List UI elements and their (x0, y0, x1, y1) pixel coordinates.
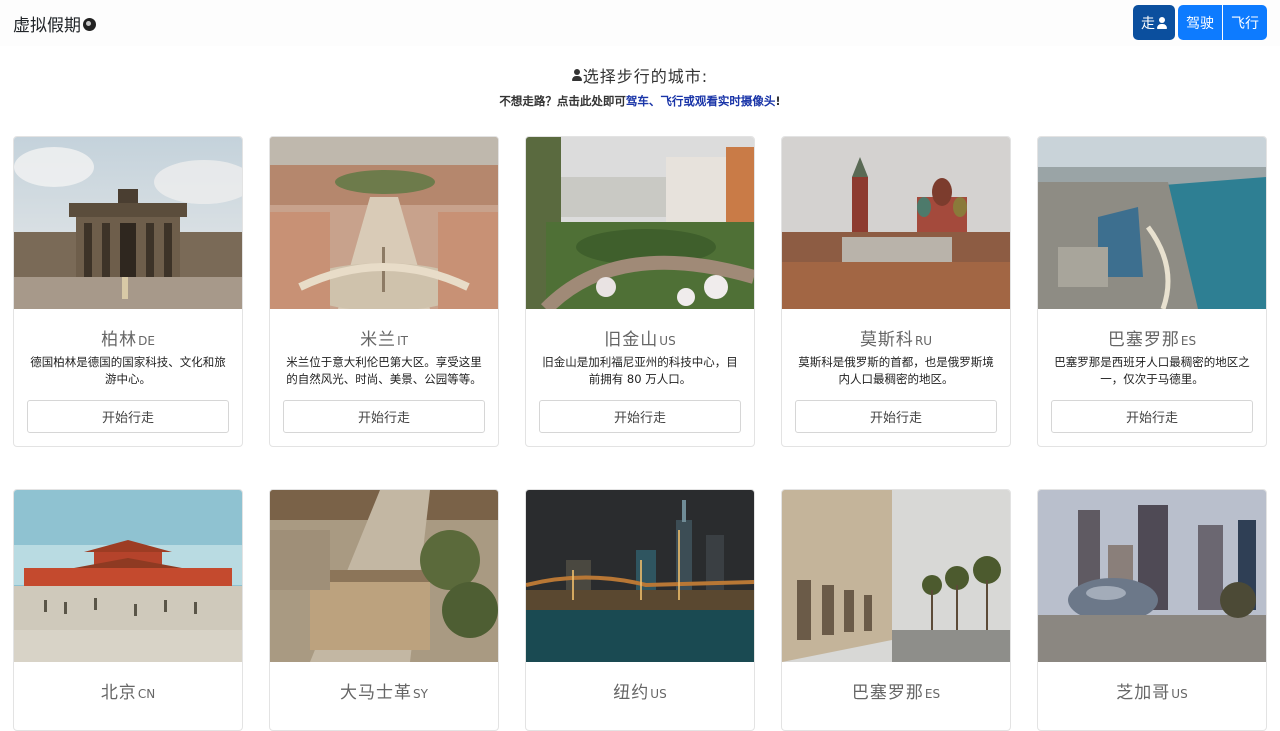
city-photo[interactable] (526, 137, 754, 309)
city-photo[interactable] (1038, 137, 1266, 309)
city-card-barcelona: 巴塞罗那ES 巴塞罗那是西班牙人口最稠密的地区之一，仅次于马德里。 开始行走 (1037, 136, 1267, 447)
drive-mode-button[interactable]: 驾驶 (1178, 5, 1222, 40)
start-walking-button[interactable]: 开始行走 (1051, 400, 1253, 433)
country-code: US (1171, 687, 1188, 701)
city-photo[interactable] (270, 490, 498, 662)
country-code: ES (1180, 334, 1197, 348)
fly-mode-button[interactable]: 飞行 (1223, 5, 1267, 40)
city-card-san-francisco: 旧金山US 旧金山是加利福尼亚州的科技中心，目前拥有 80 万人口。 开始行走 (525, 136, 755, 447)
city-name: 柏林 (101, 330, 138, 350)
city-title: 巴塞罗那ES (782, 678, 1010, 703)
city-title: 大马士革SY (270, 678, 498, 703)
brand[interactable]: 虚拟假期 (13, 11, 96, 36)
prompt-prefix: 不想走路？点击此处即可 (499, 94, 626, 108)
city-card-berlin: 柏林DE 德国柏林是德国的国家科技、文化和旅游中心。 开始行走 (13, 136, 243, 447)
start-walking-button[interactable]: 开始行走 (27, 400, 229, 433)
city-name: 莫斯科 (859, 330, 914, 350)
page-heading: 选择步行的城市: (0, 63, 1280, 87)
city-title: 巴塞罗那ES (1038, 325, 1266, 350)
walk-mode-label: 走 (1141, 15, 1155, 32)
city-title: 柏林DE (14, 325, 242, 350)
separator: 、 (648, 94, 661, 108)
city-card-new-york: 纽约US (525, 489, 755, 731)
city-name: 纽约 (613, 683, 650, 703)
globe-icon (83, 17, 96, 31)
city-description: 德国柏林是德国的国家科技、文化和旅游中心。 (30, 355, 226, 386)
brand-title: 虚拟假期 (13, 16, 81, 36)
city-name: 巴塞罗那 (1107, 330, 1180, 350)
country-code: IT (397, 334, 408, 348)
person-icon (571, 69, 582, 81)
city-photo[interactable] (782, 137, 1010, 309)
city-card-damascus: 大马士革SY (269, 489, 499, 731)
walk-mode-button[interactable]: 走 (1133, 5, 1175, 40)
fly-link[interactable]: 飞行 (660, 94, 683, 108)
person-icon (1157, 16, 1167, 29)
city-name: 米兰 (360, 330, 397, 350)
start-walking-button[interactable]: 开始行走 (283, 400, 485, 433)
page-heading-text: 选择步行的城市: (582, 67, 709, 86)
city-photo[interactable] (14, 490, 242, 662)
or-text: 或 (683, 94, 695, 108)
city-name: 大马士革 (340, 683, 413, 703)
city-photo[interactable] (782, 490, 1010, 662)
city-description: 莫斯科是俄罗斯的首都，也是俄罗斯境内人口最稠密的地区。 (798, 355, 994, 386)
city-description: 巴塞罗那是西班牙人口最稠密的地区之一，仅次于马德里。 (1054, 355, 1250, 386)
city-photo[interactable] (270, 137, 498, 309)
country-code: CN (137, 687, 156, 701)
city-card-beijing: 北京CN (13, 489, 243, 731)
city-photo[interactable] (526, 490, 754, 662)
alt-mode-prompt: 不想走路？点击此处即可驾车、飞行或观看实时摄像头! (0, 93, 1280, 109)
city-card-moscow: 莫斯科RU 莫斯科是俄罗斯的首都，也是俄罗斯境内人口最稠密的地区。 开始行走 (781, 136, 1011, 447)
city-card-chicago: 芝加哥US (1037, 489, 1267, 731)
webcams-link[interactable]: 观看实时摄像头 (695, 94, 776, 108)
city-title: 纽约US (526, 678, 754, 703)
start-walking-button[interactable]: 开始行走 (795, 400, 997, 433)
country-code: US (650, 687, 667, 701)
city-name: 巴塞罗那 (851, 683, 924, 703)
city-title: 旧金山US (526, 325, 754, 350)
country-code: US (659, 334, 676, 348)
city-description: 旧金山是加利福尼亚州的科技中心，目前拥有 80 万人口。 (542, 355, 738, 386)
city-name: 芝加哥 (1116, 683, 1171, 703)
start-walking-button[interactable]: 开始行走 (539, 400, 741, 433)
city-title: 莫斯科RU (782, 325, 1010, 350)
travel-mode-group: 走 驾驶 飞行 (1133, 5, 1267, 40)
city-card-barcelona-2: 巴塞罗那ES (781, 489, 1011, 731)
country-code: DE (138, 334, 155, 348)
city-name: 旧金山 (604, 330, 659, 350)
city-photo[interactable] (14, 137, 242, 309)
city-card-milan: 米兰IT 米兰位于意大利伦巴第大区。享受这里的自然风光、时尚、美景、公园等等。 … (269, 136, 499, 447)
city-name: 北京 (100, 683, 137, 703)
city-description: 米兰位于意大利伦巴第大区。享受这里的自然风光、时尚、美景、公园等等。 (286, 355, 482, 386)
country-code: RU (914, 334, 933, 348)
city-title: 北京CN (14, 678, 242, 703)
country-code: ES (924, 687, 941, 701)
city-photo[interactable] (1038, 490, 1266, 662)
country-code: SY (413, 687, 428, 701)
drive-link[interactable]: 驾车 (626, 94, 649, 108)
navbar: 虚拟假期 走 驾驶 飞行 (0, 0, 1280, 46)
city-title: 米兰IT (270, 325, 498, 350)
city-title: 芝加哥US (1038, 678, 1266, 703)
prompt-suffix: ! (775, 94, 781, 108)
